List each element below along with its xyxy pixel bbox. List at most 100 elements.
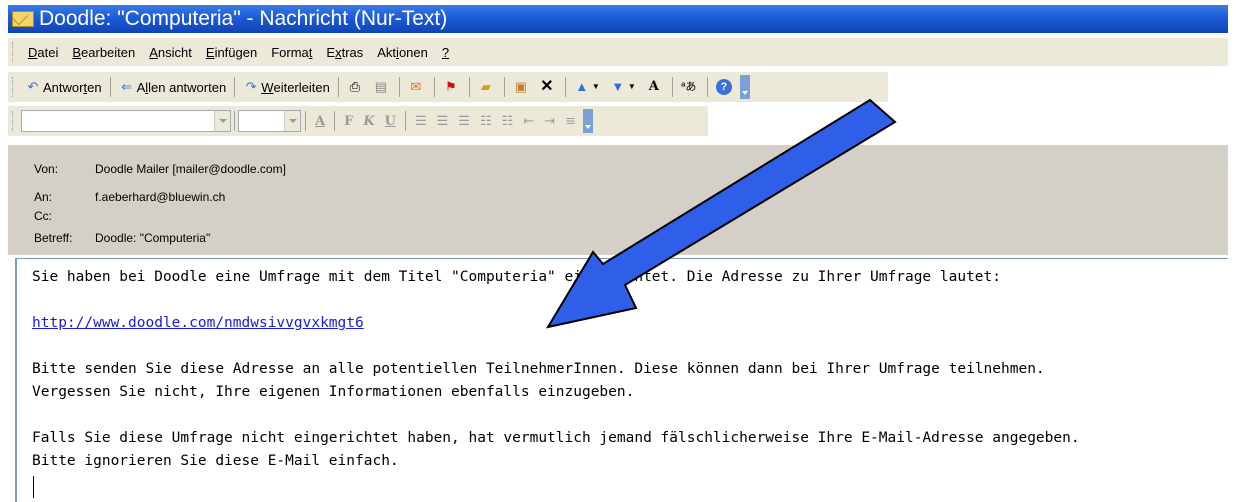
align-left-icon[interactable]: ☰	[410, 114, 432, 129]
reply-button[interactable]: ↶ Antwor t en	[21, 77, 106, 97]
increase-indent-icon[interactable]: ⇥	[539, 114, 560, 129]
poll-link[interactable]: http://www.doodle.com/nmdwsivvgvxkmgt6	[32, 315, 364, 331]
font-size-combo[interactable]	[238, 110, 301, 132]
paste-icon: ▣	[514, 79, 527, 94]
decrease-indent-icon[interactable]: ⇤	[518, 114, 539, 129]
menu-bearbeiten[interactable]: Bearbeiten	[65, 42, 142, 63]
print-button[interactable]: ⎙	[343, 77, 369, 97]
menu-ansicht[interactable]: Ansicht	[142, 42, 199, 63]
menu-datei[interactable]: Datei	[21, 42, 65, 63]
forward-icon: ↷	[245, 79, 257, 94]
cc-row: Cc:	[34, 209, 95, 223]
bullet-list-icon[interactable]: ☷	[497, 114, 519, 129]
flag-icon: ⚑	[445, 79, 457, 94]
dropdown-icon: ▼	[591, 82, 600, 91]
encoding-button[interactable]: ªあ	[677, 77, 703, 97]
toolbar-separator	[109, 77, 111, 97]
toolbar-separator	[564, 77, 566, 97]
menu-bar: Datei Bearbeiten Ansicht Einfügen Format…	[8, 38, 1228, 66]
to-label: An:	[34, 190, 53, 204]
folder-button[interactable]: ▰	[474, 77, 500, 97]
toolbar-separator	[706, 77, 708, 97]
reply-all-button[interactable]: ⇐ Al len antworten	[115, 77, 231, 97]
menu-format[interactable]: Format	[264, 42, 319, 63]
horizontal-line-icon[interactable]: ≡	[560, 114, 581, 129]
body-line: Bitte senden Sie diese Adresse an alle p…	[32, 361, 1045, 377]
toolbar-separator	[337, 77, 339, 97]
body-line: Sie haben bei Doodle eine Umfrage mit de…	[32, 269, 1002, 285]
to-value[interactable]: f.aeberhard@bluewin.ch	[95, 190, 225, 204]
body-line: Vergessen Sie nicht, Ihre eigenen Inform…	[32, 384, 635, 400]
font-family-combo[interactable]	[21, 110, 231, 132]
delete-button[interactable]: ✕	[535, 77, 561, 97]
copy-button[interactable]: ▤	[369, 77, 395, 97]
move-to-folder-icon: ✉	[410, 79, 422, 94]
text-cursor	[33, 476, 34, 498]
menu-help[interactable]: ?	[435, 42, 456, 63]
envelope-icon	[12, 11, 34, 27]
chevron-down-icon[interactable]	[284, 111, 300, 131]
next-item-button[interactable]: ▼ ▼	[606, 77, 642, 97]
italic-icon[interactable]: K	[358, 114, 379, 129]
subject-label: Betreff:	[34, 231, 73, 245]
printer-icon: ⎙	[349, 79, 361, 94]
folder-icon: ▰	[480, 79, 491, 94]
formatting-toolbar: A F K U ☰ ☰ ☰ ☷ ☷ ⇤ ⇥ ≡	[8, 106, 708, 136]
body-line: Falls Sie diese Umfrage nicht eingericht…	[32, 430, 1080, 446]
help-button[interactable]: ?	[712, 77, 738, 97]
previous-item-button[interactable]: ▲ ▼	[570, 77, 606, 97]
from-row: Von: Doodle Mailer [mailer@doodle.com]	[34, 162, 286, 176]
toolbar-separator	[433, 77, 435, 97]
toolbar-separator	[234, 77, 236, 97]
move-to-folder-button[interactable]: ✉	[404, 77, 430, 97]
message-body[interactable]: Sie haben bei Doodle eine Umfrage mit de…	[15, 258, 1228, 502]
toolbar-separator	[398, 77, 400, 97]
bold-icon[interactable]: F	[339, 114, 358, 129]
menubar-grip[interactable]	[12, 42, 15, 62]
from-value[interactable]: Doodle Mailer [mailer@doodle.com]	[95, 162, 286, 176]
message-header: Von: Doodle Mailer [mailer@doodle.com] A…	[8, 145, 1228, 255]
font-size-icon: A	[648, 79, 659, 94]
up-arrow-icon: ▲	[575, 79, 589, 94]
help-icon: ?	[715, 79, 732, 95]
subject-row: Betreff: Doodle: "Computeria"	[34, 231, 210, 245]
delete-icon: ✕	[540, 78, 554, 95]
paste-button[interactable]: ▣	[509, 77, 535, 97]
font-size-button[interactable]: A	[642, 77, 668, 97]
numbered-list-icon[interactable]: ☷	[475, 114, 497, 129]
title-bar: Doodle: "Computeria" - Nachricht (Nur-Te…	[8, 5, 1228, 33]
copy-icon: ▤	[374, 79, 387, 94]
chevron-down-icon[interactable]	[214, 111, 230, 131]
menu-extras[interactable]: Extras	[319, 42, 370, 63]
body-line: Bitte ignorieren Sie diese E-Mail einfac…	[32, 453, 399, 469]
align-center-icon[interactable]: ☰	[432, 114, 454, 129]
window-title: Doodle: "Computeria" - Nachricht (Nur-Te…	[39, 7, 448, 30]
cc-label: Cc:	[34, 209, 52, 223]
toolbar-separator	[334, 111, 336, 131]
toolbar-separator	[305, 111, 306, 131]
from-label: Von:	[34, 162, 59, 176]
menu-aktionen[interactable]: Aktionen	[370, 42, 435, 63]
toolbar-separator	[503, 77, 505, 97]
toolbar-separator	[468, 77, 470, 97]
follow-up-flag-button[interactable]: ⚑	[439, 77, 465, 97]
font-color-icon[interactable]: A	[310, 114, 330, 129]
down-arrow-icon: ▼	[611, 79, 625, 94]
subject-value: Doodle: "Computeria"	[95, 231, 211, 245]
forward-button[interactable]: ↷ Weiterleiten	[239, 77, 334, 97]
toolbar-separator	[671, 77, 673, 97]
toolbar-overflow-button[interactable]	[739, 75, 750, 99]
align-right-icon[interactable]: ☰	[453, 114, 475, 129]
to-row: An: f.aeberhard@bluewin.ch	[34, 190, 225, 204]
toolbar-grip[interactable]	[12, 77, 15, 97]
toolbar-overflow-button[interactable]	[582, 109, 593, 133]
dropdown-icon: ▼	[627, 82, 636, 91]
toolbar-separator	[234, 111, 235, 131]
toolbar-grip[interactable]	[12, 111, 15, 131]
standard-toolbar: ↶ Antwor t en ⇐ Al len antworten ↷ Weiterle…	[8, 72, 888, 102]
encoding-icon: ªあ	[681, 81, 697, 93]
reply-icon: ↶	[27, 79, 39, 94]
underline-icon[interactable]: U	[380, 114, 401, 129]
reply-all-icon: ⇐	[121, 79, 133, 94]
menu-einfuegen[interactable]: Einfügen	[199, 42, 264, 63]
